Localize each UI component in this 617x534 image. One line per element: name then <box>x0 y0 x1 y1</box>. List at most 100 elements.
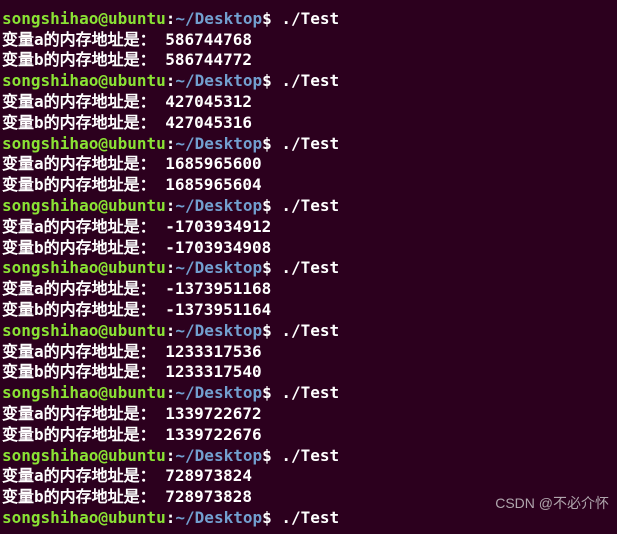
prompt-line[interactable]: songshihao@ubuntu:~/Desktop$ ./Test <box>2 383 615 404</box>
output-value: 1233317540 <box>156 362 262 381</box>
output-value: 1339722672 <box>156 404 262 423</box>
prompt-line[interactable]: songshihao@ubuntu:~/Desktop$ ./Test <box>2 134 615 155</box>
output-value: 427045312 <box>156 92 252 111</box>
output-value: 1685965604 <box>156 175 262 194</box>
prompt-colon: : <box>166 321 176 340</box>
prompt-path: ~/Desktop <box>175 9 262 28</box>
output-label: 变量b的内存地址是： <box>2 175 156 194</box>
output-value: 1339722676 <box>156 425 262 444</box>
prompt-colon: : <box>166 196 176 215</box>
output-label: 变量b的内存地址是： <box>2 113 156 132</box>
output-line-a: 变量a的内存地址是： 728973824 <box>2 466 615 487</box>
partial-cut-line <box>2 0 615 9</box>
output-line-a: 变量a的内存地址是： 427045312 <box>2 92 615 113</box>
output-label: 变量b的内存地址是： <box>2 425 156 444</box>
prompt-colon: : <box>166 9 176 28</box>
output-label: 变量a的内存地址是： <box>2 30 156 49</box>
prompt-path: ~/Desktop <box>175 446 262 465</box>
output-label: 变量b的内存地址是： <box>2 487 156 506</box>
output-value: 427045316 <box>156 113 252 132</box>
prompt-line[interactable]: songshihao@ubuntu:~/Desktop$ ./Test <box>2 321 615 342</box>
prompt-user-host: songshihao@ubuntu <box>2 71 166 90</box>
output-line-b: 变量b的内存地址是： -1373951164 <box>2 300 615 321</box>
prompt-dollar: $ <box>262 321 272 340</box>
prompt-dollar: $ <box>262 134 272 153</box>
output-value: -1703934908 <box>156 238 272 257</box>
prompt-user-host: songshihao@ubuntu <box>2 383 166 402</box>
output-label: 变量b的内存地址是： <box>2 238 156 257</box>
prompt-path: ~/Desktop <box>175 508 262 527</box>
output-value: 586744772 <box>156 50 252 69</box>
command-text: ./Test <box>272 71 339 90</box>
command-text: ./Test <box>272 508 339 527</box>
output-line-b: 变量b的内存地址是： 427045316 <box>2 113 615 134</box>
output-line-b: 变量b的内存地址是： 1685965604 <box>2 175 615 196</box>
output-line-a: 变量a的内存地址是： 1685965600 <box>2 154 615 175</box>
output-value: -1373951168 <box>156 279 272 298</box>
output-line-a: 变量a的内存地址是： -1373951168 <box>2 279 615 300</box>
prompt-colon: : <box>166 383 176 402</box>
prompt-user-host: songshihao@ubuntu <box>2 258 166 277</box>
prompt-path: ~/Desktop <box>175 258 262 277</box>
command-text: ./Test <box>272 9 339 28</box>
prompt-path: ~/Desktop <box>175 196 262 215</box>
prompt-path: ~/Desktop <box>175 71 262 90</box>
prompt-dollar: $ <box>262 508 272 527</box>
output-label: 变量b的内存地址是： <box>2 50 156 69</box>
prompt-path: ~/Desktop <box>175 134 262 153</box>
prompt-path: ~/Desktop <box>175 383 262 402</box>
prompt-colon: : <box>166 258 176 277</box>
prompt-line[interactable]: songshihao@ubuntu:~/Desktop$ ./Test <box>2 196 615 217</box>
prompt-dollar: $ <box>262 258 272 277</box>
output-value: 1233317536 <box>156 342 262 361</box>
prompt-user-host: songshihao@ubuntu <box>2 446 166 465</box>
terminal-output: songshihao@ubuntu:~/Desktop$ ./Test变量a的内… <box>2 0 615 529</box>
output-label: 变量a的内存地址是： <box>2 279 156 298</box>
prompt-line[interactable]: songshihao@ubuntu:~/Desktop$ ./Test <box>2 9 615 30</box>
prompt-dollar: $ <box>262 9 272 28</box>
prompt-colon: : <box>166 446 176 465</box>
output-line-b: 变量b的内存地址是： 1233317540 <box>2 362 615 383</box>
command-text: ./Test <box>272 196 339 215</box>
prompt-user-host: songshihao@ubuntu <box>2 196 166 215</box>
output-value: -1703934912 <box>156 217 272 236</box>
output-line-a: 变量a的内存地址是： 1233317536 <box>2 342 615 363</box>
prompt-line[interactable]: songshihao@ubuntu:~/Desktop$ ./Test <box>2 71 615 92</box>
prompt-user-host: songshihao@ubuntu <box>2 321 166 340</box>
command-text: ./Test <box>272 321 339 340</box>
command-text: ./Test <box>272 446 339 465</box>
command-text: ./Test <box>272 258 339 277</box>
output-value: 586744768 <box>156 30 252 49</box>
prompt-line[interactable]: songshihao@ubuntu:~/Desktop$ ./Test <box>2 258 615 279</box>
output-line-b: 变量b的内存地址是： 586744772 <box>2 50 615 71</box>
output-line-a: 变量a的内存地址是： 586744768 <box>2 30 615 51</box>
prompt-line[interactable]: songshihao@ubuntu:~/Desktop$ ./Test <box>2 446 615 467</box>
prompt-colon: : <box>166 71 176 90</box>
prompt-path: ~/Desktop <box>175 321 262 340</box>
output-line-b: 变量b的内存地址是： 1339722676 <box>2 425 615 446</box>
output-label: 变量a的内存地址是： <box>2 466 156 485</box>
output-line-a: 变量a的内存地址是： 1339722672 <box>2 404 615 425</box>
output-line-b: 变量b的内存地址是： -1703934908 <box>2 238 615 259</box>
output-label: 变量a的内存地址是： <box>2 154 156 173</box>
output-value: 1685965600 <box>156 154 262 173</box>
output-value: 728973828 <box>156 487 252 506</box>
output-value: 728973824 <box>156 466 252 485</box>
prompt-user-host: songshihao@ubuntu <box>2 134 166 153</box>
prompt-dollar: $ <box>262 383 272 402</box>
prompt-colon: : <box>166 134 176 153</box>
output-label: 变量a的内存地址是： <box>2 217 156 236</box>
command-text: ./Test <box>272 134 339 153</box>
prompt-dollar: $ <box>262 196 272 215</box>
output-value: -1373951164 <box>156 300 272 319</box>
watermark: CSDN @不必介怀 <box>495 494 609 512</box>
output-label: 变量a的内存地址是： <box>2 404 156 423</box>
output-label: 变量b的内存地址是： <box>2 362 156 381</box>
prompt-user-host: songshihao@ubuntu <box>2 508 166 527</box>
prompt-user-host: songshihao@ubuntu <box>2 9 166 28</box>
output-label: 变量a的内存地址是： <box>2 342 156 361</box>
output-label: 变量b的内存地址是： <box>2 300 156 319</box>
output-label: 变量a的内存地址是： <box>2 92 156 111</box>
prompt-dollar: $ <box>262 446 272 465</box>
command-text: ./Test <box>272 383 339 402</box>
